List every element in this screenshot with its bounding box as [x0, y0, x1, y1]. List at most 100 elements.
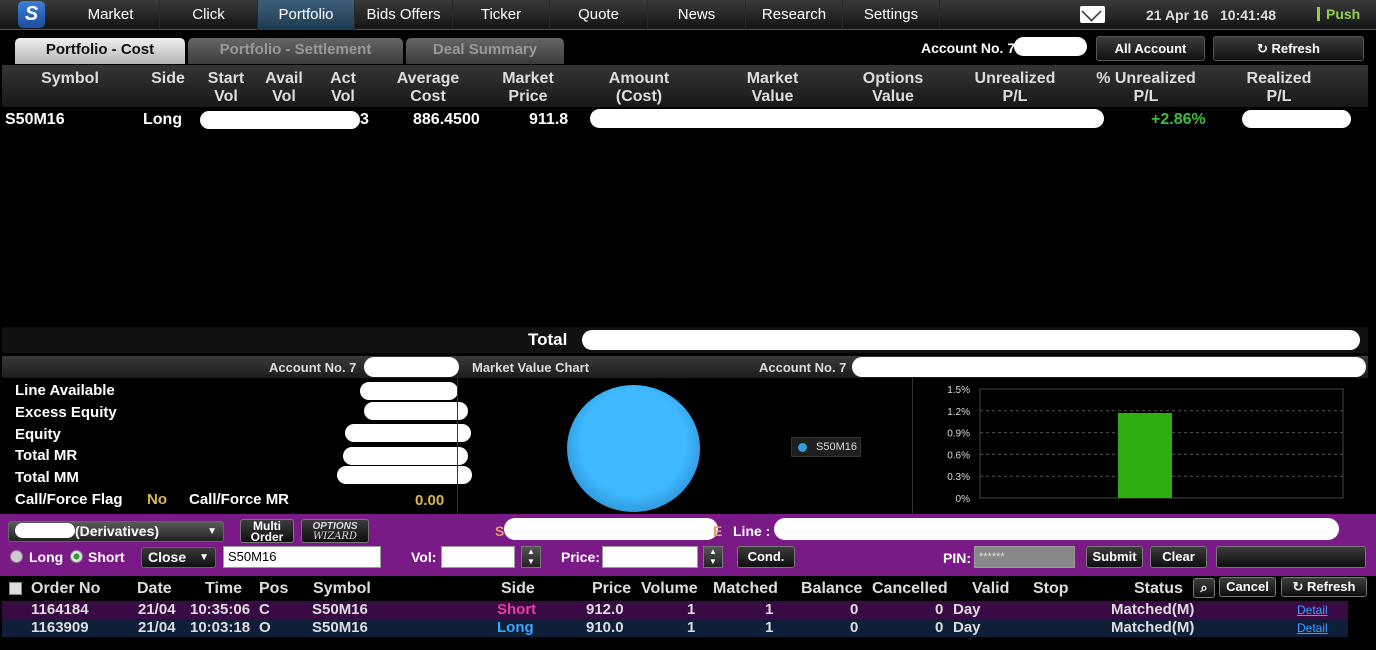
table-row[interactable]: 1163909 21/04 10:03:18 O S50M16 Long 910…	[2, 619, 1348, 637]
col-amount-cost: Amount (Cost)	[608, 70, 670, 105]
col-realized-pl: Realized P/L	[1246, 70, 1312, 105]
market-value-pie-chart	[567, 385, 700, 512]
chevron-up-icon[interactable]: ▲	[522, 547, 540, 557]
search-icon[interactable]: ⌕	[1193, 578, 1215, 598]
order-symbol: S50M16	[312, 601, 368, 618]
short-radio[interactable]	[70, 550, 83, 563]
position-select-value: Close	[148, 549, 187, 565]
order-status: Matched(M)	[1111, 601, 1195, 618]
order-matched: 1	[765, 601, 774, 618]
order-valid: Day	[953, 601, 981, 618]
submit-button[interactable]: Submit	[1086, 546, 1143, 568]
order-price: 910.0	[586, 619, 624, 636]
order-matched: 1	[765, 619, 774, 636]
unrealized-bar-chart: 1.5% 1.2% 0.9% 0.6% 0.3% 0%	[947, 385, 1344, 505]
nav-ticker[interactable]: Ticker	[453, 0, 550, 30]
redacted-left-account	[364, 357, 459, 377]
options-wizard-button[interactable]: OPTIONS WIZARD	[301, 519, 369, 543]
multi-order-button[interactable]: Multi Order	[240, 519, 294, 543]
push-button[interactable]: Push	[1311, 4, 1369, 26]
order-detail-link[interactable]: Detail	[1297, 619, 1328, 637]
side-indicator-fragment-2: E	[713, 523, 723, 539]
tab-portfolio-cost[interactable]: Portfolio - Cost	[15, 38, 185, 64]
orders-refresh-button[interactable]: ↻ Refresh	[1281, 577, 1367, 597]
current-time: 10:41:48	[1220, 7, 1277, 23]
cancel-order-button[interactable]: Cancel	[1219, 577, 1276, 597]
price-input[interactable]	[602, 546, 698, 568]
refresh-button[interactable]: ↻ Refresh	[1213, 36, 1364, 61]
call-force-flag-label: Call/Force Flag	[15, 491, 123, 508]
table-row[interactable]: 1164184 21/04 10:35:06 C S50M16 Short 91…	[2, 601, 1348, 619]
line-available-label: Line Available	[15, 382, 115, 399]
status-message-box	[1216, 546, 1366, 568]
redacted-right-account	[852, 357, 1366, 377]
app-logo[interactable]: S	[18, 1, 45, 28]
redacted-total-mr	[343, 447, 468, 465]
redacted-amounts	[590, 109, 1104, 128]
col-status: Status	[1134, 580, 1183, 597]
call-force-mr-label: Call/Force MR	[189, 491, 290, 508]
nav-settings[interactable]: Settings	[843, 0, 940, 30]
account-number-label: Account No. 7	[921, 40, 1016, 56]
select-all-checkbox[interactable]	[9, 582, 22, 595]
volume-input[interactable]	[441, 546, 515, 568]
order-pos: O	[259, 619, 271, 636]
nav-news[interactable]: News	[648, 0, 746, 30]
nav-click[interactable]: Click	[160, 0, 258, 30]
redacted-realized	[1242, 110, 1351, 128]
redacted-volumes	[200, 111, 360, 129]
nav-quote[interactable]: Quote	[550, 0, 648, 30]
pie-legend: S50M16	[791, 437, 861, 457]
condition-button[interactable]: Cond.	[737, 546, 795, 568]
account-select[interactable]: (Derivatives) ▼	[8, 521, 224, 542]
col-order-no: Order No	[31, 580, 101, 597]
pie-legend-label: S50M16	[816, 441, 857, 453]
bar-s50m16	[1118, 412, 1172, 498]
order-volume: 1	[687, 619, 696, 636]
row-pct-unrealized: +2.86%	[1151, 111, 1206, 128]
order-volume: 1	[687, 601, 696, 618]
panel-divider	[457, 378, 458, 514]
row-act-vol-tail: 3	[360, 111, 369, 128]
clear-button[interactable]: Clear	[1150, 546, 1207, 568]
symbol-input[interactable]: S50M16	[223, 546, 381, 568]
volume-stepper[interactable]: ▲ ▼	[521, 546, 541, 568]
chevron-up-icon[interactable]: ▲	[704, 547, 722, 557]
right-account-header: Account No. 7	[759, 360, 847, 375]
nav-research[interactable]: Research	[746, 0, 843, 30]
call-force-flag-value: No	[147, 491, 167, 508]
y-tick-label: 1.2%	[947, 407, 970, 418]
chevron-down-icon[interactable]: ▼	[522, 557, 540, 567]
col-pct-unrealized-pl: % Unrealized P/L	[1096, 70, 1196, 105]
tab-portfolio-settlement[interactable]: Portfolio - Settlement	[188, 38, 403, 64]
order-pos: C	[259, 601, 270, 618]
redacted-excess-equity	[364, 402, 468, 420]
all-account-button[interactable]: All Account	[1096, 36, 1205, 61]
nav-portfolio[interactable]: Portfolio	[258, 0, 355, 30]
price-stepper[interactable]: ▲ ▼	[703, 546, 723, 568]
redacted-totals	[582, 330, 1360, 350]
pin-input[interactable]: ******	[974, 546, 1075, 568]
nav-market[interactable]: Market	[62, 0, 160, 30]
short-radio-label: Short	[88, 549, 125, 565]
row-side: Long	[143, 111, 183, 128]
call-force-mr-value: 0.00	[415, 492, 445, 509]
long-radio[interactable]	[10, 550, 23, 563]
chevron-down-icon[interactable]: ▼	[704, 557, 722, 567]
refresh-icon: ↻	[1292, 579, 1304, 594]
col-market-value: Market Value	[746, 70, 799, 105]
order-valid: Day	[953, 619, 981, 636]
line-label: Line :	[733, 523, 771, 539]
col-stop: Stop	[1033, 580, 1069, 597]
col-matched: Matched	[713, 580, 778, 597]
tab-deal-summary[interactable]: Deal Summary	[406, 38, 564, 64]
row-symbol[interactable]: S50M16	[5, 111, 65, 129]
redacted-line-value	[774, 518, 1339, 540]
nav-bids-offers[interactable]: Bids Offers	[355, 0, 453, 30]
price-label: Price:	[561, 549, 600, 565]
current-date: 21 Apr 16	[1146, 7, 1209, 23]
order-detail-link[interactable]: Detail	[1297, 601, 1328, 619]
position-select[interactable]: Close ▼	[141, 547, 216, 568]
order-cancelled: 0	[935, 619, 944, 636]
mail-icon[interactable]	[1080, 6, 1105, 23]
